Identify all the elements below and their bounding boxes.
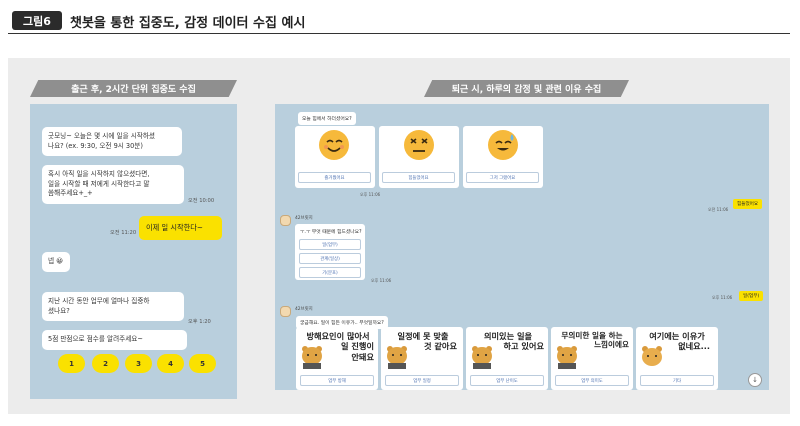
- ryan-character-icon: [387, 346, 407, 369]
- scroll-down-button[interactable]: ↓: [748, 373, 762, 387]
- bubble-line: 씀해주세요+_+: [48, 189, 93, 198]
- ryan-character-icon: [472, 346, 492, 369]
- user-reply-work: 일(업무): [739, 291, 764, 301]
- mood-option-hard[interactable]: 힘들었어요: [382, 172, 455, 183]
- bubble-line: 나요? (ex. 9:30, 오전 9시 30분): [48, 141, 143, 150]
- bubble-line: 혹시 아직 일을 시작하지 않으셨다면,: [48, 170, 150, 178]
- reason-card-line: 방해요인이 많아서: [306, 331, 370, 341]
- message-time: 오후 1:20: [188, 319, 211, 325]
- figure-header: 그림6 챗봇을 통한 집중도, 감정 데이터 수집 예시: [8, 8, 790, 34]
- message-time: 오후 11:06: [360, 192, 381, 197]
- ryan-character-icon: [302, 346, 322, 369]
- reason-button-schedule[interactable]: 업무 일정: [385, 375, 459, 386]
- reason-option-relation[interactable]: 관계(일상): [299, 253, 361, 264]
- score-button-3[interactable]: 3: [125, 354, 152, 373]
- score-button-1[interactable]: 1: [58, 354, 85, 373]
- bot-avatar: [280, 215, 291, 226]
- user-reply-bubble: 이제 일 시작한다~: [139, 216, 222, 240]
- right-panel-title: 퇴근 시, 하루의 감정 및 관련 이유 수집: [424, 80, 629, 97]
- bot-name: 42브릿지: [295, 307, 313, 312]
- bot-name: 42브릿지: [295, 216, 313, 221]
- message-time: 오후 11:06: [371, 278, 392, 283]
- mood-option-happy[interactable]: 즐거웠어요: [298, 172, 371, 183]
- reason-option-other[interactable]: 기(분포): [299, 267, 361, 278]
- figure-page: 그림6 챗봇을 통한 집중도, 감정 데이터 수집 예시 출근 후, 2시간 단…: [0, 0, 800, 426]
- chat-bubble-score-request: 5점 만점으로 점수를 알려주세요~: [42, 330, 187, 350]
- bubble-line: 지난 시간 동안 업무에 얼마나 집중하: [48, 297, 150, 305]
- message-time: 오후 11:06: [712, 295, 733, 300]
- figure-badge: 그림6: [12, 11, 62, 30]
- chat-bubble-instruction: 혹시 아직 일을 시작하지 않으셨다면, 일을 시작할 때 저에게 시작한다고 …: [42, 165, 184, 204]
- happy-face-icon: [319, 130, 349, 160]
- reason-button-interruption[interactable]: 업무 방해: [300, 375, 374, 386]
- mood-question: 오늘 힘에서 하더셨어요?: [298, 112, 356, 125]
- chat-bubble-focus-question: 지난 시간 동안 업무에 얼마나 집중하 셨나요?: [42, 292, 184, 322]
- tired-face-icon: [404, 130, 434, 160]
- score-button-4[interactable]: 4: [157, 354, 184, 373]
- reason-button-meaning[interactable]: 업무 의미도: [555, 375, 629, 386]
- figure-title: 챗봇을 통한 집중도, 감정 데이터 수집 예시: [70, 16, 306, 31]
- left-panel-title: 출근 후, 2시간 단위 집중도 수집: [30, 80, 237, 97]
- reason-card-line: 의미있는 일을: [483, 331, 533, 341]
- reason-card-line: 일정에 못 맞출: [397, 331, 449, 341]
- message-time: 오전 11:20: [110, 230, 137, 236]
- reason-option-work[interactable]: 일(업무): [299, 239, 361, 250]
- reason-button-difficulty[interactable]: 업무 난이도: [470, 375, 544, 386]
- score-button-2[interactable]: 2: [92, 354, 119, 373]
- score-button-5[interactable]: 5: [189, 354, 216, 373]
- chat-bubble-greeting: 굿모닝~ 오늘은 몇 시에 일을 시작하셨 나요? (ex. 9:30, 오전 …: [42, 127, 182, 157]
- ryan-character-icon: [642, 346, 662, 366]
- bubble-line: 굿모닝~ 오늘은 몇 시에 일을 시작하셨: [48, 132, 155, 140]
- sweat-smile-icon: [488, 130, 518, 160]
- message-time: 오전 10:00: [188, 198, 215, 204]
- user-reply-hard: 힘들었어요: [733, 199, 763, 209]
- ryan-character-icon: [557, 346, 577, 369]
- bubble-line: 셨나요?: [48, 306, 70, 315]
- bot-avatar: [280, 306, 291, 317]
- reason-question: ㅜ.ㅜ 무엇 때문에 힘드셨나요?: [300, 230, 362, 235]
- message-time: 오전 11:06: [708, 207, 729, 212]
- bubble-line: 일을 시작할 때 저에게 시작한다고 말: [48, 179, 150, 188]
- reason-card-line: 여기에는 이유가: [649, 331, 705, 341]
- reason-button-other[interactable]: 기타: [640, 375, 714, 386]
- chat-bubble-ok: 넵 😀: [42, 252, 70, 272]
- mood-option-soso[interactable]: 그저 그랬어요: [466, 172, 539, 183]
